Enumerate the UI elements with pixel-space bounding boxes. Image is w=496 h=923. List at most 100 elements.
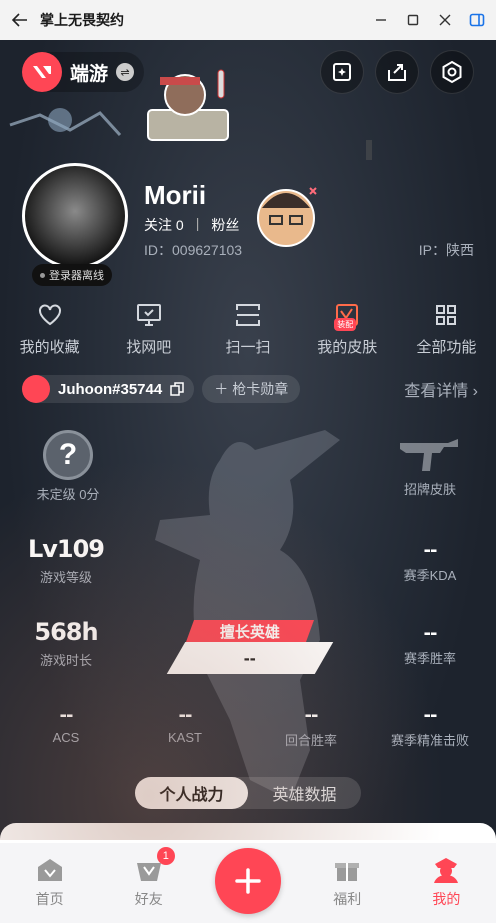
- acs-value: --: [59, 705, 74, 726]
- favorite-agent-box[interactable]: --: [166, 642, 334, 674]
- share-icon: [388, 64, 406, 81]
- favorite-agent-tag: 擅长英雄: [185, 620, 315, 642]
- tab-agent-data[interactable]: 英雄数据: [248, 777, 361, 809]
- follow-divider: |: [195, 215, 200, 231]
- character-sticker-icon: [9, 108, 122, 137]
- menu-item-all-features[interactable]: 全部功能: [397, 302, 496, 362]
- create-post-button[interactable]: [215, 848, 281, 914]
- medal-button[interactable]: ＋ 枪卡勋章: [202, 375, 301, 403]
- heart-icon: [37, 302, 63, 328]
- game-mode-label: 端游: [70, 63, 109, 85]
- season-winrate-value: --: [423, 623, 438, 644]
- tab-label: 我的: [432, 891, 461, 907]
- plus-icon: ＋: [214, 381, 229, 397]
- swap-icon: ⇌: [116, 63, 135, 81]
- tab-benefits[interactable]: 福利: [298, 843, 397, 923]
- tab-profile[interactable]: 我的: [397, 843, 496, 923]
- season-kda-label: 赛季KDA: [403, 568, 457, 583]
- settings-button[interactable]: [430, 50, 474, 94]
- menu-item-scan[interactable]: 扫一扫: [198, 302, 297, 362]
- view-details-link[interactable]: 查看详情 ›: [404, 377, 478, 401]
- menu-item-label: 扫一扫: [225, 339, 271, 356]
- kast-value: --: [178, 705, 193, 726]
- plus-icon: [235, 868, 261, 894]
- back-arrow-icon[interactable]: [0, 0, 40, 40]
- tab-label: 好友: [134, 891, 163, 907]
- play-time-value: 568h: [34, 618, 98, 646]
- minimize-icon[interactable]: [372, 11, 390, 29]
- menu-item-internet-cafe[interactable]: 找网吧: [99, 302, 198, 362]
- rank-stat[interactable]: ? 未定级 0分: [28, 430, 108, 503]
- launcher-status-text: 登录器离线: [49, 270, 104, 282]
- monitor-icon: [136, 302, 162, 328]
- profile-name: Morii: [144, 180, 207, 210]
- close-icon[interactable]: [436, 11, 454, 29]
- riot-avatar: [22, 375, 50, 403]
- sparkle-decoration-icon: [366, 140, 372, 160]
- menu-item-label: 我的收藏: [19, 339, 80, 356]
- menu-item-my-skins[interactable]: 装配 我的皮肤: [298, 302, 397, 362]
- menu-item-label: 我的皮肤: [317, 339, 378, 356]
- data-view-toggle: 个人战力 英雄数据: [135, 777, 361, 809]
- level-label: 游戏等级: [39, 570, 92, 585]
- following-count: 0: [175, 217, 184, 233]
- menu-item-label: 找网吧: [126, 339, 172, 356]
- equip-badge: 装配: [334, 318, 357, 331]
- tab-friends[interactable]: 1 好友: [99, 843, 198, 923]
- window-titlebar: 掌上无畏契约: [0, 0, 496, 40]
- kast-stat: -- KAST: [135, 705, 235, 745]
- maximize-icon[interactable]: [404, 11, 422, 29]
- riot-account-row: Juhoon#35744 ＋ 枪卡勋章 查看详情 ›: [22, 375, 478, 403]
- level-value: Lv109: [27, 535, 105, 563]
- edit-card-button[interactable]: [320, 50, 364, 94]
- riot-id-chip[interactable]: Juhoon#35744: [22, 375, 195, 403]
- scan-icon: [235, 302, 261, 328]
- tab-personal-power[interactable]: 个人战力: [135, 777, 248, 809]
- tab-label: 首页: [35, 891, 64, 907]
- signature-skin-stat[interactable]: 招牌皮肤: [380, 435, 480, 498]
- favorite-agent-tag-text: 擅长英雄: [219, 623, 280, 641]
- window-title: 掌上无畏契约: [40, 12, 124, 28]
- followers-link[interactable]: 粉丝: [211, 215, 239, 235]
- season-winrate-label: 赛季胜率: [403, 651, 456, 666]
- share-button[interactable]: [375, 50, 419, 94]
- gun-skin-icon: [400, 439, 458, 471]
- ip-location: IP：陕西: [418, 242, 474, 258]
- tab-home[interactable]: 首页: [0, 843, 99, 923]
- status-dot-icon: [40, 272, 45, 278]
- headshot-stat: -- 赛季精准击败: [380, 705, 480, 749]
- boar-sticker-icon: [147, 69, 229, 141]
- following-link[interactable]: 关注 0: [144, 215, 184, 235]
- headshot-label: 赛季精准击败: [390, 733, 469, 748]
- user-id: ID：009627103: [144, 242, 243, 258]
- game-mode-switch[interactable]: 端游 ⇌: [22, 52, 145, 92]
- profile-icon: [431, 855, 461, 885]
- season-kda-value: --: [423, 540, 438, 561]
- sidebar-toggle-icon[interactable]: [468, 11, 486, 29]
- favorite-agent-value: --: [244, 647, 256, 668]
- acs-stat: -- ACS: [16, 705, 116, 745]
- gift-icon: [332, 855, 362, 885]
- chevron-right-icon: ›: [472, 383, 478, 400]
- follow-stats: 关注 0 | 粉丝: [144, 215, 239, 235]
- profile-page: 端游 ⇌ 登录器离线 Morii 关注 0 | 粉丝 ID：009627103 …: [0, 40, 496, 923]
- menu-item-label: 全部功能: [416, 339, 477, 356]
- signature-skin-label: 招牌皮肤: [403, 482, 456, 497]
- season-kda-stat: -- 赛季KDA: [380, 540, 480, 584]
- copy-icon[interactable]: [170, 382, 184, 396]
- edit-sparkle-icon: [333, 63, 351, 81]
- gear-icon: [442, 60, 462, 84]
- valorant-logo-icon: [22, 52, 62, 92]
- home-icon: [35, 855, 65, 885]
- glasses-sticker-icon: [257, 187, 317, 247]
- acs-label: ACS: [52, 730, 80, 745]
- riot-id: Juhoon#35744: [58, 380, 163, 398]
- level-stat: Lv109 游戏等级: [18, 535, 114, 586]
- play-time-label: 游戏时长: [39, 653, 92, 668]
- quick-menu: 我的收藏 找网吧 扫一扫 装配 我的皮肤 全部功能: [0, 302, 496, 362]
- rank-label: 未定级 0分: [36, 487, 100, 502]
- following-label: 关注: [144, 217, 172, 233]
- menu-item-favorites[interactable]: 我的收藏: [0, 302, 99, 362]
- avatar[interactable]: [22, 163, 128, 269]
- season-winrate-stat: -- 赛季胜率: [380, 623, 480, 667]
